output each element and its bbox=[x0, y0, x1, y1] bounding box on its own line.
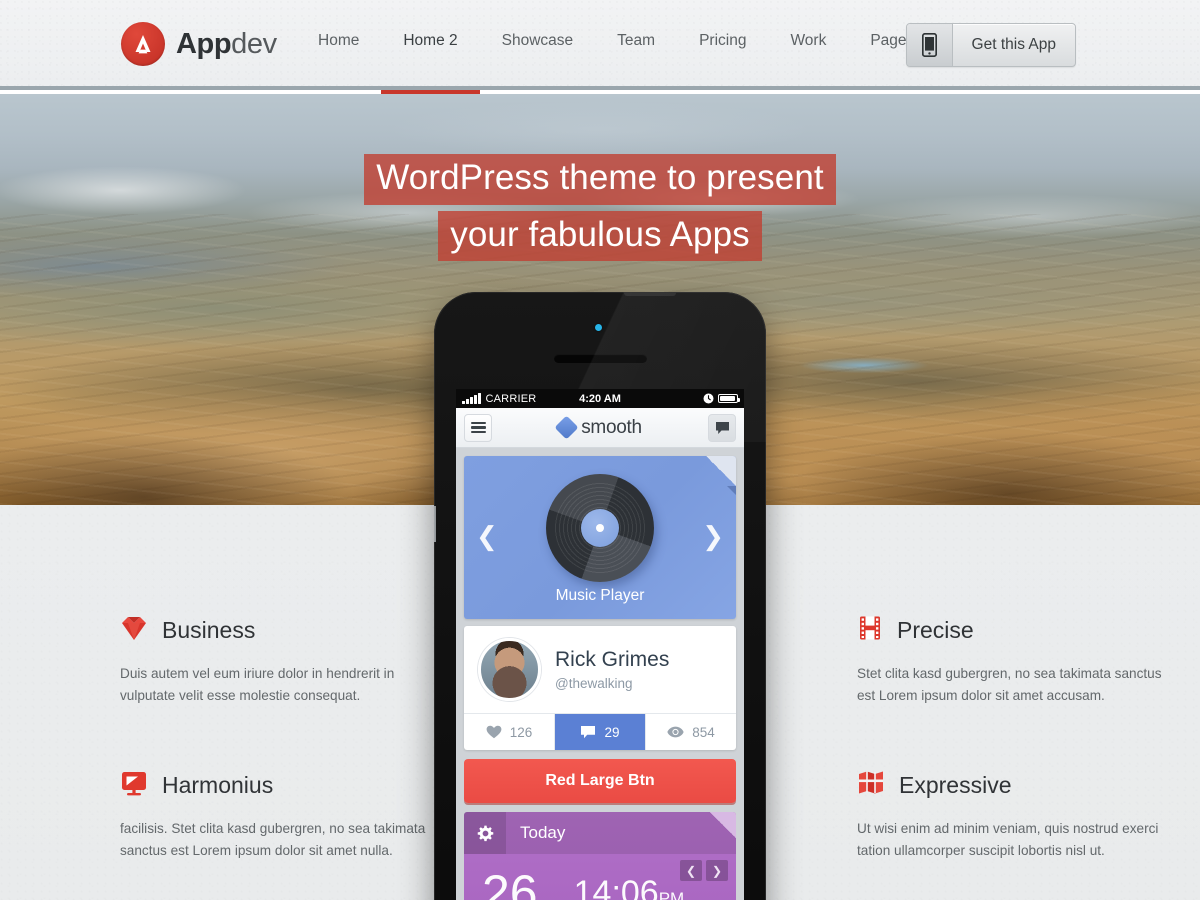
logo-text-bold: App bbox=[176, 27, 232, 60]
vinyl-hole bbox=[596, 524, 604, 532]
profile-header: Rick Grimes @thewalking bbox=[464, 626, 736, 713]
app-top-bar: smooth bbox=[456, 408, 744, 448]
feature-precise-body: Stet clita kasd gubergren, no sea takima… bbox=[857, 666, 1162, 704]
feature-precise-title: Precise bbox=[897, 617, 974, 643]
blue-diamond-icon bbox=[554, 415, 579, 440]
app-brand-text: smooth bbox=[581, 416, 642, 438]
feature-expressive-title: Expressive bbox=[899, 772, 1012, 798]
nav-item-work[interactable]: Work bbox=[768, 0, 848, 90]
logo-text: Appdev bbox=[176, 28, 277, 61]
eye-icon bbox=[667, 726, 684, 738]
main-navigation: Home Home 2 Showcase Team Pricing Work P… bbox=[296, 0, 936, 94]
music-player-card[interactable]: ❮ ❯ Music Player bbox=[464, 456, 736, 619]
profile-name: Rick Grimes bbox=[555, 648, 670, 672]
profile-card: Rick Grimes @thewalking 126 29 854 bbox=[464, 626, 736, 750]
nav-item-home-2[interactable]: Home 2 bbox=[381, 0, 480, 94]
site-header: Appdev Home Home 2 Showcase Team Pricing… bbox=[0, 0, 1200, 94]
profile-handle: @thewalking bbox=[555, 675, 633, 691]
logo-text-light: dev bbox=[231, 27, 277, 60]
feature-harmonius-head: Harmonius bbox=[120, 770, 430, 801]
chevron-right-small-icon[interactable]: ❯ bbox=[706, 860, 728, 881]
chevron-right-icon[interactable]: ❯ bbox=[702, 524, 724, 550]
today-time: 14:06PM bbox=[574, 874, 685, 900]
diamond-gem-icon bbox=[120, 615, 148, 646]
clock-icon bbox=[703, 393, 714, 404]
stat-views[interactable]: 854 bbox=[646, 714, 736, 750]
battery-icon bbox=[718, 394, 740, 403]
today-widget-header: Today bbox=[464, 812, 736, 854]
status-bar: CARRIER 4:20 AM bbox=[456, 389, 744, 408]
stat-views-value: 854 bbox=[692, 724, 715, 740]
feature-expressive-head: Expressive bbox=[857, 770, 1167, 801]
chevron-left-small-icon[interactable]: ❮ bbox=[680, 860, 702, 881]
page-root: Appdev Home Home 2 Showcase Team Pricing… bbox=[0, 0, 1200, 900]
chevron-left-icon[interactable]: ❮ bbox=[476, 524, 498, 550]
feature-harmonius: Harmonius facilisis. Stet clita kasd gub… bbox=[120, 770, 430, 862]
status-bar-time: 4:20 AM bbox=[579, 392, 621, 405]
headline-line-2: your fabulous Apps bbox=[0, 210, 1200, 262]
card-fold-corner bbox=[706, 456, 736, 486]
feature-precise-head: Precise bbox=[857, 615, 1167, 646]
stat-comments-value: 29 bbox=[604, 724, 620, 740]
get-this-app-button[interactable]: Get this App bbox=[905, 23, 1076, 67]
film-strip-icon bbox=[857, 615, 883, 646]
headline-line-1: WordPress theme to present bbox=[0, 154, 1200, 205]
nav-item-pricing[interactable]: Pricing bbox=[677, 0, 768, 90]
feature-harmonius-title: Harmonius bbox=[162, 772, 274, 798]
feature-business-body: Duis autem vel eum iriure dolor in hendr… bbox=[120, 666, 395, 704]
today-fold-corner bbox=[710, 812, 736, 838]
feature-business-title: Business bbox=[162, 617, 256, 643]
phone-camera-icon bbox=[595, 324, 602, 331]
heart-icon bbox=[486, 725, 502, 739]
appdev-logo-icon bbox=[121, 22, 165, 66]
stat-likes-value: 126 bbox=[509, 724, 533, 740]
today-time-meridiem: PM bbox=[658, 888, 685, 900]
feature-precise: Precise Stet clita kasd gubergren, no se… bbox=[857, 615, 1167, 707]
nav-item-team[interactable]: Team bbox=[595, 0, 677, 90]
comment-bubble-icon bbox=[581, 726, 596, 739]
feature-expressive-body: Ut wisi enim ad minim veniam, quis nostr… bbox=[857, 821, 1159, 859]
phone-volume-button bbox=[434, 506, 436, 542]
feature-harmonius-body: facilisis. Stet clita kasd gubergren, no… bbox=[120, 821, 426, 859]
headline-line-2-text: your fabulous Apps bbox=[438, 210, 762, 262]
get-this-app-label: Get this App bbox=[971, 36, 1056, 53]
feature-business-head: Business bbox=[120, 615, 430, 646]
profile-identity: Rick Grimes @thewalking bbox=[555, 648, 669, 690]
phone-mockup: CARRIER 4:20 AM smooth ❮ ❯ Music Player … bbox=[434, 292, 766, 900]
vinyl-record-icon bbox=[546, 474, 654, 582]
today-widget-title: Today bbox=[520, 823, 566, 842]
gear-icon[interactable] bbox=[464, 812, 506, 854]
hero-headline: WordPress theme to present your fabulous… bbox=[0, 154, 1200, 267]
card-fold-shadow bbox=[727, 486, 736, 495]
phone-power-button bbox=[624, 292, 676, 296]
headline-line-1-text: WordPress theme to present bbox=[364, 154, 836, 205]
today-time-value: 14:06 bbox=[573, 873, 659, 900]
stat-comments[interactable]: 29 bbox=[555, 714, 646, 750]
today-day-number: 26 bbox=[482, 864, 538, 900]
feature-expressive: Expressive Ut wisi enim ad minim veniam,… bbox=[857, 770, 1167, 862]
today-widget: Today 26 14:06PM ❮ ❯ bbox=[464, 812, 736, 900]
status-bar-right bbox=[703, 393, 740, 404]
phone-earpiece-speaker bbox=[554, 354, 647, 363]
music-player-caption: Music Player bbox=[555, 587, 645, 604]
red-large-button[interactable]: Red Large Btn bbox=[464, 759, 736, 803]
folded-map-icon bbox=[857, 770, 885, 801]
mobile-phone-icon bbox=[906, 24, 953, 66]
app-brand: smooth bbox=[456, 415, 744, 440]
monitor-screen-icon bbox=[120, 770, 148, 801]
profile-stats-bar: 126 29 854 bbox=[464, 713, 736, 750]
today-widget-body: 26 14:06PM ❮ ❯ bbox=[464, 854, 736, 900]
nav-item-home[interactable]: Home bbox=[296, 0, 381, 90]
nav-item-showcase[interactable]: Showcase bbox=[480, 0, 596, 90]
phone-screen: CARRIER 4:20 AM smooth ❮ ❯ Music Player … bbox=[456, 389, 744, 900]
today-nav-buttons: ❮ ❯ bbox=[680, 860, 728, 881]
site-logo[interactable]: Appdev bbox=[121, 22, 277, 66]
feature-business: Business Duis autem vel eum iriure dolor… bbox=[120, 615, 430, 707]
avatar bbox=[478, 638, 541, 701]
stat-likes[interactable]: 126 bbox=[464, 714, 555, 750]
